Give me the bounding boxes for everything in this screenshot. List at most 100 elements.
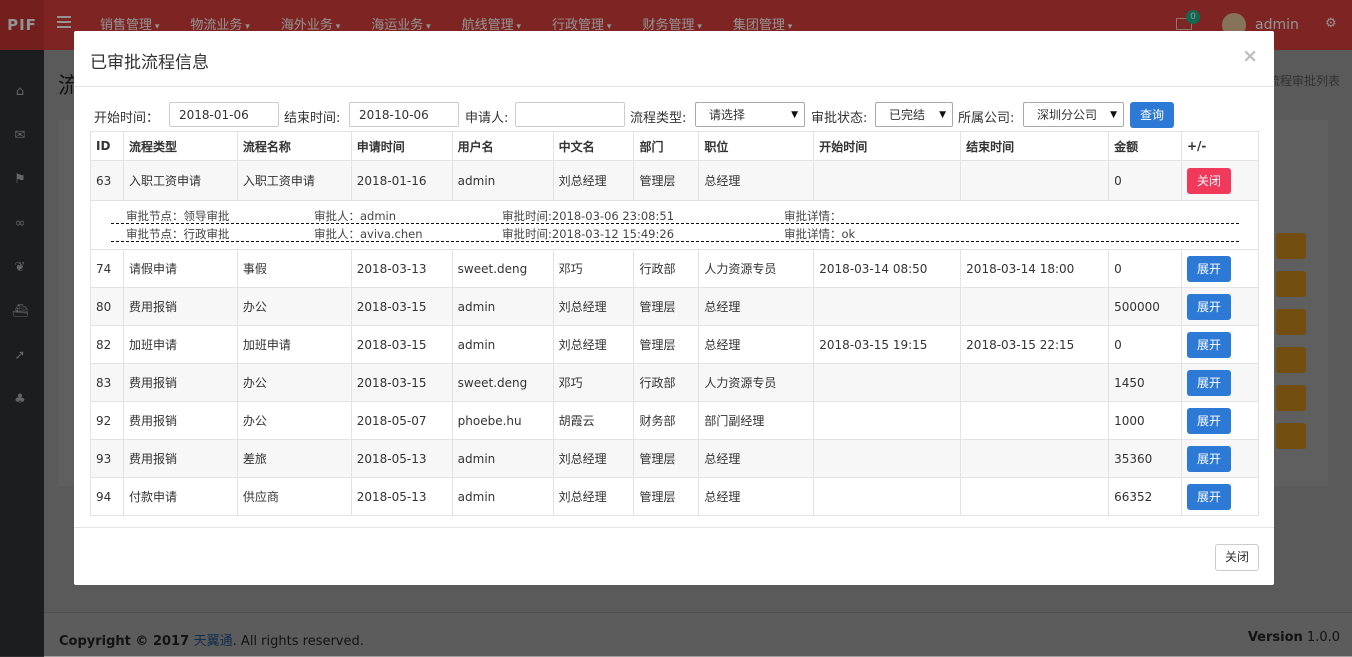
table-cell: 办公 <box>236 401 352 440</box>
table-cell <box>960 287 1110 326</box>
table-cell: 部门副经理 <box>698 401 815 440</box>
table-cell: 付款申请 <box>122 477 238 516</box>
table-cell <box>813 401 962 440</box>
table-cell: 邓巧 <box>552 249 635 288</box>
table-cell: 63 <box>90 160 124 201</box>
filter-bar: 开始时间： 2018-01-06 结束时间: 2018-10-06 申请人: 流… <box>94 102 1274 129</box>
table-cell: 2018-01-16 <box>350 160 453 201</box>
column-header: 职位 <box>698 131 815 161</box>
table-cell: sweet.deng <box>451 363 554 402</box>
close-button[interactable]: 关闭 <box>1215 544 1259 571</box>
table-cell: 2018-03-14 18:00 <box>960 249 1110 288</box>
approval-record: 审批节点：行政审批 审批人：aviva.chen 审批时间:2018-03-12 1… <box>111 224 1239 242</box>
column-header: 中文名 <box>552 131 635 161</box>
table-cell: 管理层 <box>633 439 700 478</box>
table-cell <box>813 160 962 201</box>
table-cell: 供应商 <box>236 477 352 516</box>
table-cell: 93 <box>90 439 124 478</box>
process-table: ID 流程类型 流程名称 申请时间 用户名 中文名 部门 职位 开始时间 结束时间 金额 +/- 63… <box>90 131 1260 516</box>
expand-button[interactable]: 展开 <box>1186 445 1231 472</box>
table-row: 83 费用报销 办公 2018-03-15 sweet.deng 邓巧 行政部 人力资源专员 1… <box>90 363 1260 402</box>
table-cell: 胡霞云 <box>552 401 635 440</box>
table-cell: 0 <box>1108 249 1182 288</box>
table-cell: 事假 <box>236 249 352 288</box>
table-cell: 92 <box>90 401 124 440</box>
approval-approver: 审批人：aviva.chen <box>314 227 423 241</box>
approval-detail-row: 审批节点：领导审批 审批人：admin 审批时间:2018-03-06 23:08:… <box>90 200 1259 250</box>
table-cell <box>960 160 1110 201</box>
expand-button[interactable]: 展开 <box>1186 255 1231 282</box>
approval-detail: 审批详情： <box>784 209 842 223</box>
table-cell <box>960 477 1110 516</box>
table-cell: 办公 <box>236 363 352 402</box>
approval-time: 审批时间:2018-03-12 15:49:26 <box>502 227 675 241</box>
approval-time: 审批时间:2018-03-06 23:08:51 <box>502 209 675 223</box>
table-cell: 刘总经理 <box>552 439 635 478</box>
column-header: 流程类型 <box>122 131 238 161</box>
query-button[interactable]: 查询 <box>1130 102 1174 128</box>
company-select[interactable]: 深圳分公司 ▼ <box>1023 102 1124 127</box>
column-header: 申请时间 <box>350 131 453 161</box>
table-cell: 总经理 <box>698 325 815 364</box>
table-cell <box>813 439 962 478</box>
table-cell: 人力资源专员 <box>698 249 815 288</box>
company-label: 所属公司: <box>958 111 1015 126</box>
table-cell: 办公 <box>236 287 352 326</box>
approval-node: 审批节点：领导审批 <box>126 209 230 223</box>
start-time-input[interactable]: 2018-01-06 <box>169 102 279 127</box>
column-header: 用户名 <box>451 131 554 161</box>
table-cell: 展开 <box>1180 249 1260 288</box>
table-cell: 80 <box>90 287 124 326</box>
end-time-input[interactable]: 2018-10-06 <box>349 102 459 127</box>
expand-button[interactable]: 展开 <box>1186 369 1231 396</box>
table-cell: 66352 <box>1108 477 1182 516</box>
table-cell: 管理层 <box>633 160 700 201</box>
process-type-select[interactable]: 请选择 ▼ <box>695 102 805 127</box>
table-cell: 刘总经理 <box>552 160 635 201</box>
approval-detail-cell: 审批节点：领导审批 审批人：admin 审批时间:2018-03-06 23:08:… <box>90 200 1259 250</box>
table-cell: 差旅 <box>236 439 352 478</box>
table-cell: 展开 <box>1180 401 1260 440</box>
applicant-input[interactable] <box>515 102 625 127</box>
table-cell: 请假申请 <box>122 249 238 288</box>
table-cell: 总经理 <box>698 287 815 326</box>
table-cell: 入职工资申请 <box>236 160 352 201</box>
table-cell: 2018-05-13 <box>350 477 453 516</box>
table-cell: 总经理 <box>698 439 815 478</box>
expand-button[interactable]: 展开 <box>1186 293 1231 320</box>
expand-button[interactable]: 展开 <box>1186 483 1231 510</box>
approval-status-select[interactable]: 已完结 ▼ <box>875 102 953 127</box>
table-cell: 2018-03-15 <box>350 363 453 402</box>
table-row: 93 费用报销 差旅 2018-05-13 admin 刘总经理 管理层 总经理 35360 展开 <box>90 439 1260 478</box>
table-cell: 费用报销 <box>122 439 238 478</box>
close-icon[interactable]: × <box>1242 45 1258 67</box>
table-cell: admin <box>451 160 554 201</box>
applicant-label: 申请人: <box>465 111 509 126</box>
table-cell: 2018-03-13 <box>350 249 453 288</box>
collapse-button[interactable]: 关闭 <box>1186 167 1231 194</box>
table-cell: 2018-05-07 <box>350 401 453 440</box>
table-cell: 2018-03-15 19:15 <box>813 325 962 364</box>
table-row: 94 付款申请 供应商 2018-05-13 admin 刘总经理 管理层 总经理 66352 展… <box>90 477 1260 516</box>
table-cell: 财务部 <box>633 401 700 440</box>
chevron-down-icon: ▼ <box>939 110 946 120</box>
modal-footer: 关闭 <box>74 527 1274 586</box>
table-cell: 行政部 <box>633 249 700 288</box>
table-cell: 入职工资申请 <box>122 160 238 201</box>
approval-approver: 审批人：admin <box>314 209 397 223</box>
table-cell: 1450 <box>1108 363 1182 402</box>
approval-record: 审批节点：领导审批 审批人：admin 审批时间:2018-03-06 23:08:… <box>111 206 1239 224</box>
column-header: 开始时间 <box>813 131 962 161</box>
expand-button[interactable]: 展开 <box>1186 407 1231 434</box>
table-cell: 74 <box>90 249 124 288</box>
table-cell: 0 <box>1108 160 1182 201</box>
table-cell: 展开 <box>1180 439 1260 478</box>
chevron-down-icon: ▼ <box>1110 110 1117 120</box>
table-cell: 35360 <box>1108 439 1182 478</box>
approval-status-label: 审批状态: <box>811 111 868 126</box>
table-cell: 2018-03-15 22:15 <box>960 325 1110 364</box>
table-cell: admin <box>451 325 554 364</box>
table-cell: 展开 <box>1180 287 1260 326</box>
expand-button[interactable]: 展开 <box>1186 331 1231 358</box>
table-row: 82 加班申请 加班申请 2018-03-15 admin 刘总经理 管理层 总经理 2018-… <box>90 325 1260 364</box>
